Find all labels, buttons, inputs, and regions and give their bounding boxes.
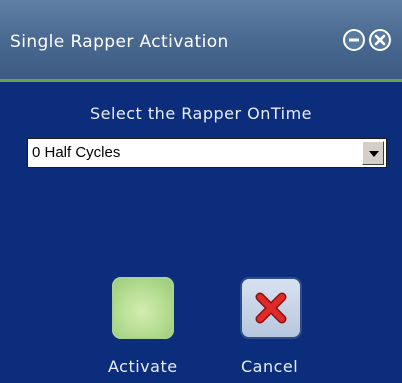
dropdown-selected-value: 0 Half Cycles <box>32 144 121 161</box>
cancel-x-icon <box>255 292 287 324</box>
cancel-label: Cancel <box>241 357 299 376</box>
activate-button[interactable] <box>112 277 174 339</box>
title-bar[interactable]: Single Rapper Activation <box>0 0 402 82</box>
activate-label: Activate <box>108 357 178 376</box>
chevron-down-icon[interactable] <box>362 141 384 165</box>
window-title: Single Rapper Activation <box>10 32 229 52</box>
rapper-ontime-dropdown[interactable]: 0 Half Cycles <box>27 138 387 168</box>
prompt-label: Select the Rapper OnTime <box>89 104 313 123</box>
close-icon[interactable] <box>369 29 391 51</box>
minimize-icon[interactable] <box>343 29 365 51</box>
cancel-button[interactable] <box>240 277 302 339</box>
dialog-body: Select the Rapper OnTime 0 Half Cycles A… <box>0 82 402 383</box>
dialog-window: Single Rapper Activation Select the Rapp… <box>0 0 402 383</box>
